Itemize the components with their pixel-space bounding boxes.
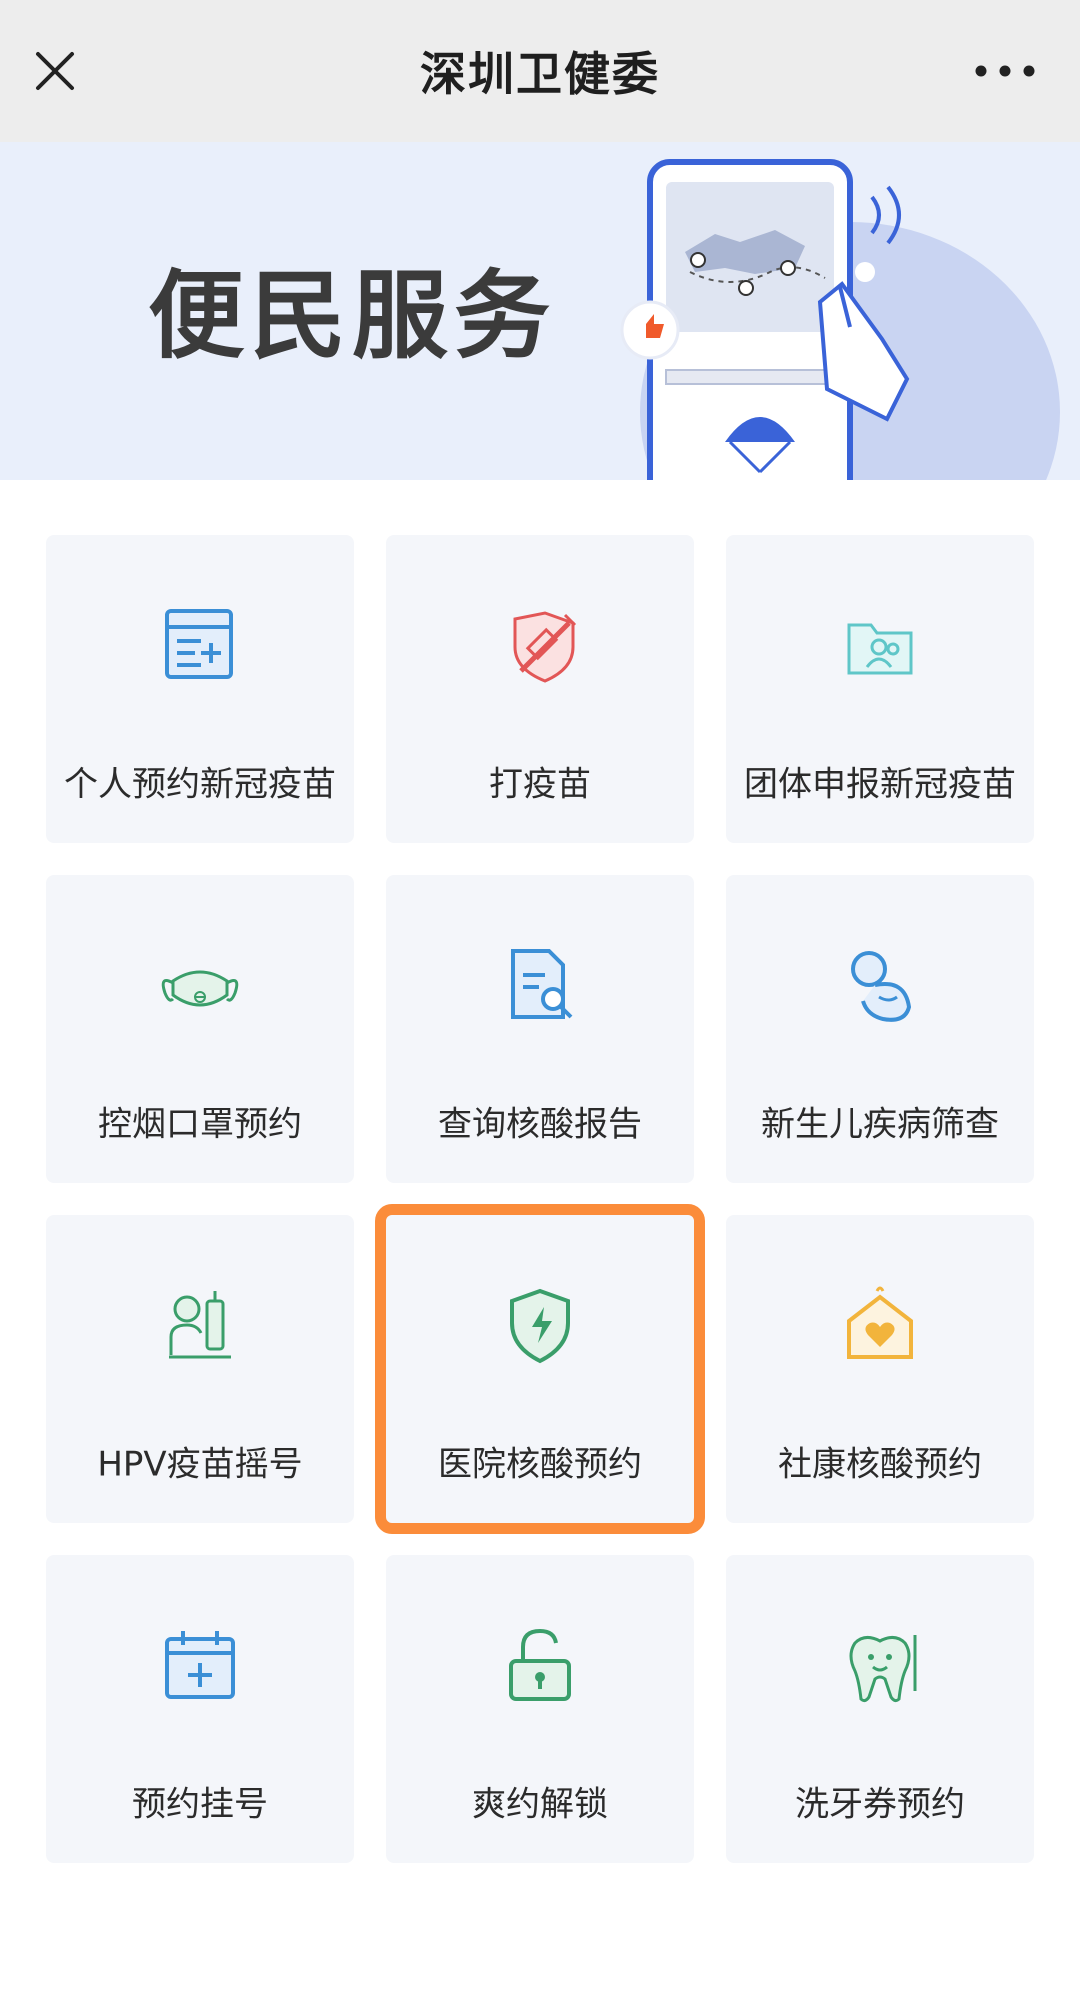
service-label: 医院核酸预约 [438,1444,642,1485]
banner-title: 便民服务 [148,260,556,372]
top-bar: 深圳卫健委 [0,0,1080,142]
service-tile[interactable]: 洗牙券预约 [726,1555,1034,1863]
service-tile[interactable]: HPV疫苗摇号 [46,1215,354,1523]
service-tile-highlighted[interactable]: 医院核酸预约 [375,1204,705,1534]
service-tile[interactable]: 社康核酸预约 [726,1215,1034,1523]
service-tile[interactable]: 控烟口罩预约 [46,875,354,1183]
report-search-icon [511,949,573,1019]
more-icon[interactable] [970,56,1040,86]
service-label: 团体申报新冠疫苗 [744,764,1016,805]
service-label: 打疫苗 [489,764,591,805]
service-tile[interactable]: 新生儿疾病筛查 [726,875,1034,1183]
service-label: 控烟口罩预约 [98,1104,302,1145]
calendar-add-icon [165,609,233,679]
service-tile[interactable]: 查询核酸报告 [386,875,694,1183]
page-title: 深圳卫健委 [420,47,660,101]
phone-map-illustration [620,159,1060,480]
shield-bolt-icon [510,1288,570,1364]
hpv-vaccine-icon [169,1291,231,1359]
service-label: 预约挂号 [132,1784,268,1825]
service-label: 社康核酸预约 [778,1444,982,1485]
mask-icon [161,970,239,1007]
service-label: 爽约解锁 [472,1784,608,1825]
unlock-icon [509,1628,571,1701]
service-label: 洗牙券预约 [795,1784,965,1825]
service-tile[interactable]: 团体申报新冠疫苗 [726,535,1034,843]
service-label: 查询核酸报告 [438,1104,642,1145]
service-tile[interactable]: 打疫苗 [386,535,694,843]
tooth-icon [849,1635,917,1703]
service-label: 新生儿疾病筛查 [761,1104,999,1145]
service-tile[interactable]: 个人预约新冠疫苗 [46,535,354,843]
house-heart-icon [847,1286,913,1359]
calendar-plus-icon [165,1631,235,1699]
baby-icon [851,951,912,1022]
group-folder-icon [847,623,913,675]
service-tile[interactable]: 爽约解锁 [386,1555,694,1863]
vaccine-shield-icon [513,611,577,683]
service-label: 个人预约新冠疫苗 [64,764,336,805]
service-tile[interactable]: 预约挂号 [46,1555,354,1863]
service-banner: 便民服务 [0,142,1080,480]
service-label: HPV疫苗摇号 [97,1444,303,1485]
